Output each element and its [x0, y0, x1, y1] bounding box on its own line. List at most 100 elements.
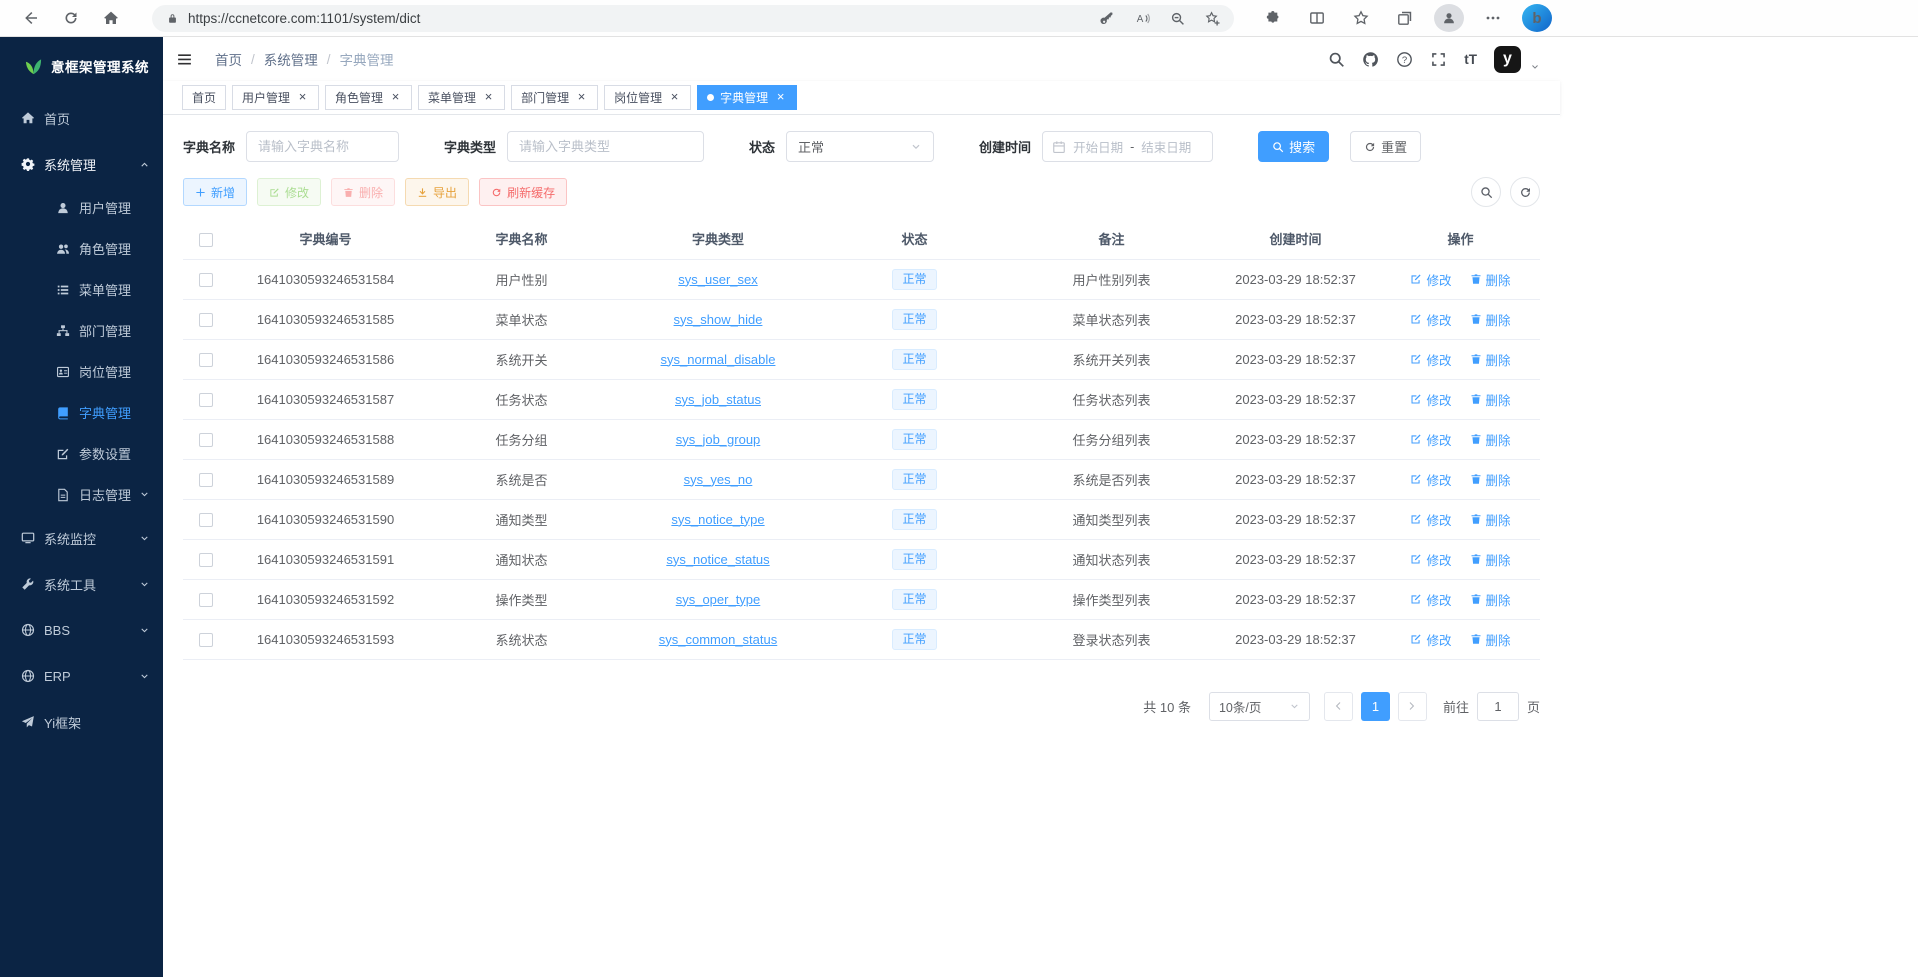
- select-all-checkbox[interactable]: [199, 233, 213, 247]
- sidebar-item[interactable]: BBS: [0, 607, 163, 653]
- row-checkbox[interactable]: [199, 553, 213, 567]
- status-select[interactable]: 正常: [786, 131, 934, 162]
- row-checkbox[interactable]: [199, 433, 213, 447]
- tab[interactable]: 用户管理×: [232, 85, 319, 110]
- row-edit-button[interactable]: 修改: [1410, 550, 1451, 569]
- row-checkbox[interactable]: [199, 273, 213, 287]
- goto-page-input[interactable]: [1477, 692, 1519, 721]
- dict-type-link[interactable]: sys_job_status: [675, 392, 761, 407]
- tab[interactable]: 字典管理×: [697, 85, 797, 110]
- export-button[interactable]: 导出: [405, 178, 469, 206]
- password-key-icon[interactable]: [1100, 11, 1115, 26]
- sidebar-item[interactable]: 岗位管理: [0, 351, 163, 392]
- browser-home-icon[interactable]: [94, 4, 128, 32]
- current-page-button[interactable]: 1: [1361, 692, 1390, 721]
- row-edit-button[interactable]: 修改: [1410, 430, 1451, 449]
- add-button[interactable]: 新增: [183, 178, 247, 206]
- avatar-caret-icon[interactable]: [1530, 62, 1540, 72]
- date-range-picker[interactable]: 开始日期 - 结束日期: [1042, 131, 1213, 162]
- tab-close-icon[interactable]: ×: [668, 91, 681, 104]
- tab-close-icon[interactable]: ×: [296, 91, 309, 104]
- row-delete-button[interactable]: 删除: [1470, 550, 1511, 569]
- favorites-icon[interactable]: [1346, 4, 1376, 32]
- row-edit-button[interactable]: 修改: [1410, 310, 1451, 329]
- refresh-cache-button[interactable]: 刷新缓存: [479, 178, 567, 206]
- tab-close-icon[interactable]: ×: [774, 91, 787, 104]
- row-delete-button[interactable]: 删除: [1470, 390, 1511, 409]
- sidebar-item[interactable]: ERP: [0, 653, 163, 699]
- tab[interactable]: 岗位管理×: [604, 85, 691, 110]
- row-delete-button[interactable]: 删除: [1470, 270, 1511, 289]
- browser-profile-avatar[interactable]: [1434, 4, 1464, 32]
- user-avatar-logo[interactable]: [1494, 46, 1521, 73]
- sidebar-item[interactable]: 用户管理: [0, 187, 163, 228]
- edit-button[interactable]: 修改: [257, 178, 321, 206]
- sidebar-toggle-icon[interactable]: [176, 51, 193, 68]
- dict-type-link[interactable]: sys_normal_disable: [661, 352, 776, 367]
- row-edit-button[interactable]: 修改: [1410, 390, 1451, 409]
- row-edit-button[interactable]: 修改: [1410, 510, 1451, 529]
- refresh-table-button[interactable]: [1510, 177, 1540, 207]
- search-button[interactable]: 搜索: [1258, 131, 1329, 162]
- dict-type-link[interactable]: sys_oper_type: [676, 592, 761, 607]
- tab[interactable]: 菜单管理×: [418, 85, 505, 110]
- reset-button[interactable]: 重置: [1350, 131, 1421, 162]
- header-search-icon[interactable]: [1328, 51, 1345, 68]
- sidebar-item[interactable]: 系统工具: [0, 561, 163, 607]
- dict-type-link[interactable]: sys_show_hide: [674, 312, 763, 327]
- sidebar-item[interactable]: 部门管理: [0, 310, 163, 351]
- sidebar-item[interactable]: Yi框架: [0, 699, 163, 745]
- split-screen-icon[interactable]: [1302, 4, 1332, 32]
- help-icon[interactable]: ?: [1396, 51, 1413, 68]
- bing-chat-icon[interactable]: [1522, 4, 1552, 32]
- row-checkbox[interactable]: [199, 393, 213, 407]
- row-delete-button[interactable]: 删除: [1470, 630, 1511, 649]
- row-delete-button[interactable]: 删除: [1470, 510, 1511, 529]
- next-page-button[interactable]: [1398, 692, 1427, 721]
- row-edit-button[interactable]: 修改: [1410, 470, 1451, 489]
- row-edit-button[interactable]: 修改: [1410, 350, 1451, 369]
- tab[interactable]: 角色管理×: [325, 85, 412, 110]
- row-delete-button[interactable]: 删除: [1470, 470, 1511, 489]
- extensions-icon[interactable]: [1258, 4, 1288, 32]
- dict-name-input[interactable]: [246, 131, 399, 162]
- sidebar-item[interactable]: 角色管理: [0, 228, 163, 269]
- dict-type-link[interactable]: sys_notice_status: [666, 552, 769, 567]
- row-delete-button[interactable]: 删除: [1470, 350, 1511, 369]
- sidebar-item[interactable]: 系统监控: [0, 515, 163, 561]
- dict-type-link[interactable]: sys_notice_type: [671, 512, 764, 527]
- row-edit-button[interactable]: 修改: [1410, 590, 1451, 609]
- tab-close-icon[interactable]: ×: [389, 91, 402, 104]
- dict-type-input[interactable]: [507, 131, 704, 162]
- breadcrumb-item[interactable]: 系统管理: [264, 49, 318, 69]
- row-checkbox[interactable]: [199, 593, 213, 607]
- read-aloud-icon[interactable]: A: [1135, 11, 1150, 26]
- browser-refresh-icon[interactable]: [54, 4, 88, 32]
- toggle-search-button[interactable]: [1471, 177, 1501, 207]
- row-checkbox[interactable]: [199, 473, 213, 487]
- page-size-select[interactable]: 10条/页: [1209, 692, 1310, 721]
- fullscreen-icon[interactable]: [1430, 51, 1447, 68]
- breadcrumb-item[interactable]: 首页: [215, 49, 242, 69]
- sidebar-item[interactable]: 首页: [0, 95, 163, 141]
- tab[interactable]: 首页: [182, 85, 226, 110]
- row-delete-button[interactable]: 删除: [1470, 310, 1511, 329]
- row-checkbox[interactable]: [199, 313, 213, 327]
- text-size-icon[interactable]: [1464, 52, 1477, 67]
- zoom-out-icon[interactable]: [1170, 11, 1185, 26]
- browser-back-icon[interactable]: [14, 4, 48, 32]
- dict-type-link[interactable]: sys_job_group: [676, 432, 761, 447]
- row-edit-button[interactable]: 修改: [1410, 270, 1451, 289]
- github-icon[interactable]: [1362, 51, 1379, 68]
- sidebar-item[interactable]: 日志管理: [0, 474, 163, 515]
- dict-type-link[interactable]: sys_common_status: [659, 632, 778, 647]
- dict-type-link[interactable]: sys_yes_no: [684, 472, 753, 487]
- row-checkbox[interactable]: [199, 633, 213, 647]
- sidebar-item[interactable]: 系统管理: [0, 141, 163, 187]
- delete-button[interactable]: 删除: [331, 178, 395, 206]
- tab[interactable]: 部门管理×: [511, 85, 598, 110]
- sidebar-item[interactable]: 参数设置: [0, 433, 163, 474]
- browser-menu-icon[interactable]: [1478, 4, 1508, 32]
- dict-type-link[interactable]: sys_user_sex: [678, 272, 757, 287]
- tab-close-icon[interactable]: ×: [482, 91, 495, 104]
